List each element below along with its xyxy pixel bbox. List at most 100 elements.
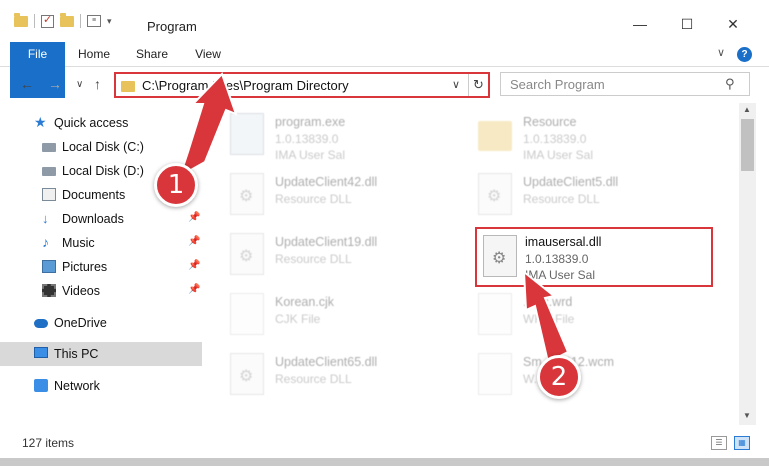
computer-icon [34,347,48,358]
file-description: IMA User Sal [523,148,594,162]
tiles-view-icon[interactable]: ▦ [734,436,750,450]
film-strip-icon [42,284,56,297]
blank-file-icon [230,293,264,335]
back-arrow-icon[interactable]: ← [20,76,34,92]
toolbar-separator [80,14,81,28]
sidebar-item-label: Downloads [62,212,124,226]
sidebar-item-label: Local Disk (D:) [62,164,144,178]
sidebar-item-network[interactable]: Network [0,374,202,398]
file-name: ...sic.wrd [523,295,573,309]
minimize-button[interactable]: — [630,16,650,32]
sidebar-item-music[interactable]: ♪ Music 📌 [0,231,202,255]
scroll-down-icon[interactable]: ▼ [743,411,751,420]
file-item[interactable]: UpdateClient42.dll Resource DLL [205,169,445,225]
drive-icon [42,167,56,176]
file-type: Resource DLL [275,192,352,206]
file-name: program.exe [275,115,346,129]
quick-access-toolbar: ≡ ▾ [14,12,112,28]
navigation-pane: ★ Quick access Local Disk (C:) Local Dis… [0,103,205,425]
status-bar: 127 items ☰ ▦ [0,428,769,458]
sidebar-item-label: Network [54,379,100,393]
close-button[interactable]: ✕ [723,16,743,33]
search-icon[interactable]: ⚲ [725,76,735,92]
sidebar-item-label: Pictures [62,260,108,274]
address-bar[interactable]: C:\Program Files\Program Directory ∨ ↻ [114,72,490,98]
file-description: IMA User Sal [525,268,596,282]
download-arrow-icon: ↓ [42,211,49,226]
up-arrow-icon[interactable]: ↑ [94,76,101,92]
title-bar: ≡ ▾ Program — ☐ ✕ [0,0,769,42]
pin-icon[interactable]: 📌 [188,284,200,295]
star-icon: ★ [34,114,47,130]
pin-icon[interactable]: 📌 [188,260,200,271]
item-count: 127 items [22,436,75,450]
new-folder-icon[interactable] [60,12,74,27]
properties-check-icon[interactable] [41,13,54,28]
tab-view[interactable]: View [186,42,230,67]
toolbar-separator [34,14,35,28]
window-bottom-border [0,458,769,466]
sidebar-item-label: Quick access [54,116,129,130]
sidebar-item-local-disk-c[interactable]: Local Disk (C:) [0,135,202,159]
search-box[interactable]: Search Program ⚲ [500,72,750,96]
refresh-icon[interactable]: ↻ [468,74,488,96]
file-list: program.exe 1.0.13839.0 IMA User Sal Res… [205,103,739,425]
address-path[interactable]: C:\Program Files\Program Directory [142,78,349,93]
file-type: Resource DLL [275,372,352,386]
file-item[interactable]: UpdateClient5.dll Resource DLL [453,169,693,225]
dll-gear-icon [478,173,512,215]
tab-home[interactable]: Home [72,42,116,67]
step-1-badge: 1 [154,163,198,207]
file-item[interactable]: UpdateClient19.dll Resource DLL [205,229,445,285]
address-dropdown-icon[interactable]: ∨ [452,78,460,91]
pin-icon[interactable]: 📌 [188,236,200,247]
blank-file-icon [478,293,512,335]
help-icon[interactable]: ? [737,47,752,62]
file-description: IMA User Sal [275,148,346,162]
sidebar-item-this-pc[interactable]: This PC [0,342,202,366]
scroll-thumb[interactable] [741,119,754,171]
pin-icon[interactable]: 📌 [188,212,200,223]
scroll-up-icon[interactable]: ▲ [743,105,751,114]
maximize-button[interactable]: ☐ [677,16,697,33]
sidebar-item-quick-access[interactable]: ★ Quick access [0,111,202,135]
sidebar-item-label: OneDrive [54,316,107,330]
sidebar-item-videos[interactable]: Videos 📌 [0,279,202,303]
file-version: 1.0.13839.0 [525,252,589,266]
sidebar-item-label: Documents [62,188,126,202]
customize-toolbar-icon[interactable]: ≡ [87,15,101,27]
sidebar-item-downloads[interactable]: ↓ Downloads 📌 [0,207,202,231]
file-item-highlighted[interactable]: imausersal.dll 1.0.13839.0 IMA User Sal [475,227,713,287]
drive-icon [42,143,56,152]
file-version: 1.0.13839.0 [523,132,587,146]
file-name: imausersal.dll [525,235,602,249]
file-version: 1.0.13839.0 [275,132,339,146]
dll-gear-icon [230,233,264,275]
customize-dropdown-icon[interactable]: ▾ [107,16,112,27]
folder-icon[interactable] [14,12,28,27]
forward-arrow-icon[interactable]: → [48,76,62,92]
recent-locations-icon[interactable]: ∨ [76,79,83,90]
search-input[interactable]: Search Program [510,77,605,92]
file-item[interactable]: UpdateClient65.dll Resource DLL [205,349,445,405]
sidebar-item-label: Music [62,236,95,250]
documents-icon [42,188,56,201]
details-view-icon[interactable]: ☰ [711,436,727,450]
file-item[interactable]: ...sic.wrd WRD File [453,289,693,345]
sidebar-item-onedrive[interactable]: OneDrive [0,311,202,335]
file-item[interactable]: program.exe 1.0.13839.0 IMA User Sal [205,109,445,165]
folder-icon [478,121,512,151]
music-note-icon: ♪ [42,234,49,250]
vertical-scrollbar[interactable]: ▲ ▼ [739,103,756,425]
sidebar-item-label: This PC [54,347,99,361]
expand-ribbon-icon[interactable]: ∨ [717,46,725,59]
file-type: CJK File [275,312,321,326]
navigation-bar: ← → ∨ ↑ C:\Program Files\Program Directo… [0,67,769,103]
file-item[interactable]: Resource 1.0.13839.0 IMA User Sal [453,109,693,165]
file-item[interactable]: Korean.cjk CJK File [205,289,445,345]
file-name: Resource [523,115,577,129]
sidebar-item-pictures[interactable]: Pictures 📌 [0,255,202,279]
tab-share[interactable]: Share [130,42,174,67]
folder-icon [121,81,135,92]
dll-gear-icon [483,235,517,277]
